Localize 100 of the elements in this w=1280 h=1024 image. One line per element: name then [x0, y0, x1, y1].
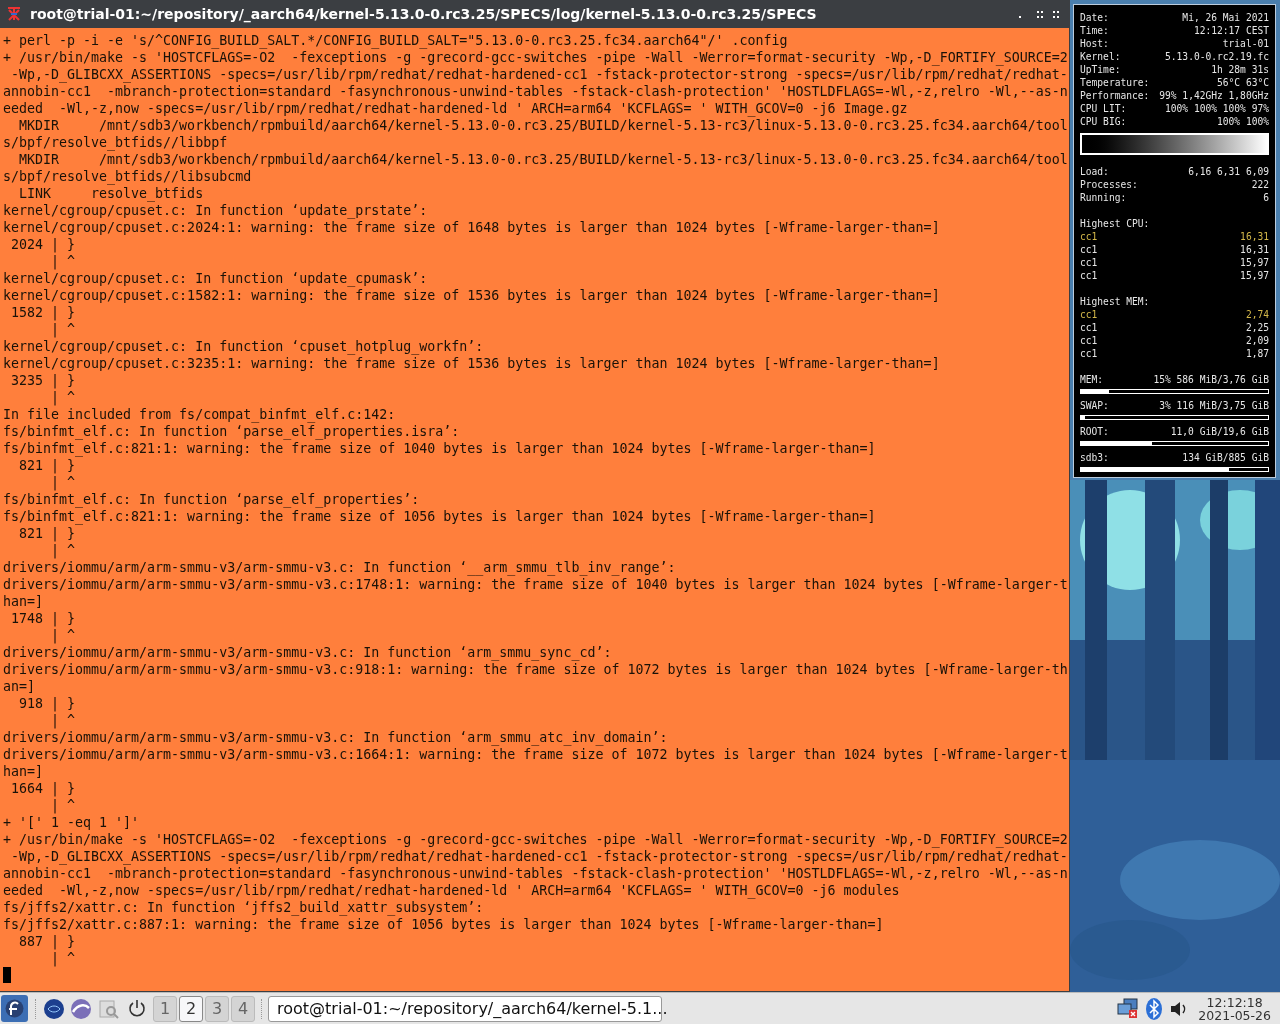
- process-name: cc1: [1080, 334, 1098, 347]
- process-value: 1,87: [1245, 347, 1269, 360]
- terminal-line: -Wp,-D_GLIBCXX_ASSERTIONS -specs=/usr/lib/rpm/redhat/redhat-hardened-cc1 -fstack-protector-strong -specs=/usr/lib/rpm/redhat/redhat-: [10, 66, 1069, 83]
- terminal-line: kernel/cgroup/cpuset.c: In function ‘cpuset_hotplug_workfn’:: [3, 338, 485, 355]
- network-icon[interactable]: [1116, 997, 1141, 1020]
- process-name: cc1: [1080, 347, 1098, 360]
- terminal-line: s/bpf/resolve_btfids//libsubcmd: [3, 168, 253, 185]
- process-value: 15,97: [1240, 256, 1269, 269]
- terminal-line: + /usr/bin/make -s 'HOSTCFLAGS=-O2 -fexceptions -g -grecord-gcc-switches -pipe -Wall -Werror=format-security -Wp,-D_FORTIFY_SOURCE=2: [3, 49, 1069, 66]
- usage-label: ROOT:: [1080, 425, 1109, 438]
- globe-icon[interactable]: [43, 997, 65, 1020]
- start-menu-icon[interactable]: [1, 995, 28, 1022]
- usage-value: 3% 116 MiB/3,75 GiB: [1159, 399, 1269, 412]
- terminal-line: kernel/cgroup/cpuset.c: In function ‘update_prstate’:: [3, 202, 429, 219]
- info-label: CPU BIG:: [1080, 115, 1127, 128]
- info-value: trial-01: [1222, 37, 1269, 50]
- info-value: 100% 100% 100% 97%: [1165, 102, 1269, 115]
- info-label: Date:: [1080, 11, 1109, 24]
- terminal-line: MKDIR /mnt/sdb3/workbench/rpmbuild/aarch64/kernel-5.13.0-0.rc3.25/BUILD/kernel-5.13-rc3/linux-5.13.0-0.rc3.25.fc34.aarch64/tool: [18, 117, 1069, 134]
- terminal-line: 887 | }: [18, 933, 77, 950]
- process-name: cc1: [1080, 243, 1098, 256]
- terminal-line: 1664 | }: [10, 780, 77, 797]
- terminal-line: drivers/iommu/arm/arm-smmu-v3/arm-smmu-v3.c:1664:1: warning: the frame size of 1072 bytes is larger than 1024 bytes [-Wframe-larger-t: [3, 746, 1069, 763]
- process-value: 16,31: [1240, 243, 1269, 256]
- terminal-line: fs/jffs2/xattr.c:887:1: warning: the frame size of 1056 bytes is larger than 1024 bytes [-Wframe-larger-than=]: [3, 916, 885, 933]
- browser-icon[interactable]: [69, 997, 93, 1020]
- process-value: 15,97: [1240, 269, 1269, 282]
- terminal-line: 821 | }: [18, 457, 77, 474]
- terminal-line: LINK resolve_btfids: [18, 185, 205, 202]
- terminal-line: drivers/iommu/arm/arm-smmu-v3/arm-smmu-v3.c:918:1: warning: the frame size of 1072 bytes is larger than 1024 bytes [-Wframe-larger-th: [3, 661, 1069, 678]
- terminal-line: 1582 | }: [10, 304, 77, 321]
- terminal-line: | ^: [50, 321, 77, 338]
- process-name: cc1: [1080, 308, 1098, 321]
- info-label: Running:: [1080, 191, 1127, 204]
- terminal-line: drivers/iommu/arm/arm-smmu-v3/arm-smmu-v3.c: In function ‘__arm_smmu_tlb_inv_range’:: [3, 559, 677, 576]
- terminal-line: | ^: [50, 542, 77, 559]
- workspace-button[interactable]: 1: [153, 995, 177, 1022]
- terminal-line: kernel/cgroup/cpuset.c:1582:1: warning: the frame size of 1536 bytes is larger than 1024 bytes [-Wframe-larger-than=]: [3, 287, 941, 304]
- usage-label: sdb3:: [1080, 451, 1109, 464]
- terminal-line: 821 | }: [18, 525, 77, 542]
- info-value: 1h 28m 31s: [1211, 63, 1269, 76]
- info-value: Mi, 26 Mai 2021: [1182, 11, 1269, 24]
- info-label: Temperature:: [1080, 76, 1150, 89]
- terminal-line: han=]: [3, 763, 45, 780]
- terminal-line: an=]: [3, 678, 37, 695]
- terminal-line: + perl -p -i -e 's/^CONFIG_BUILD_SALT.*/CONFIG_BUILD_SALT="5.13.0-0.rc3.25.fc34.aarch64"/' .config: [3, 32, 789, 49]
- terminal-line: eeded -Wl,-z,now -specs=/usr/lib/rpm/redhat/redhat-hardened-ld ' ARCH=arm64 'KCFLAGS= ' WITH_GCOV=0 -j6 modules: [3, 882, 901, 899]
- section-heading: Highest MEM:: [1080, 295, 1151, 308]
- terminal-line: | ^: [50, 797, 77, 814]
- terminal-line: | ^: [50, 712, 77, 729]
- process-name: cc1: [1080, 230, 1098, 243]
- terminal-line: | ^: [50, 253, 77, 270]
- terminal-line: annobin-cc1 -mbranch-protection=standard -fasynchronous-unwind-tables -fstack-clash-protection' 'HOSTLDFLAGS=-Wl,-z,relro -Wl,--as-n: [3, 865, 1069, 882]
- terminal-line: fs/jffs2/xattr.c: In function ‘jffs2_build_xattr_subsystem’:: [3, 899, 485, 916]
- terminal-line: 1748 | }: [10, 610, 77, 627]
- terminal-line: kernel/cgroup/cpuset.c: In function ‘update_cpumask’:: [3, 270, 429, 287]
- workspace-button[interactable]: 2: [179, 995, 203, 1022]
- info-value: 6,16 6,31 6,09: [1188, 165, 1269, 178]
- clock[interactable]: 12:12:18 2021-05-26: [1194, 995, 1275, 1022]
- info-value: 222: [1251, 178, 1269, 191]
- terminal-line: drivers/iommu/arm/arm-smmu-v3/arm-smmu-v3.c: In function ‘arm_smmu_sync_cd’:: [3, 644, 613, 661]
- terminal-line: -Wp,-D_GLIBCXX_ASSERTIONS -specs=/usr/lib/rpm/redhat/redhat-hardened-cc1 -fstack-protector-strong -specs=/usr/lib/rpm/redhat/redhat-: [10, 848, 1069, 865]
- terminal-line: 3235 | }: [10, 372, 77, 389]
- process-name: cc1: [1080, 256, 1098, 269]
- terminal-line: han=]: [3, 593, 45, 610]
- terminal-line: + /usr/bin/make -s 'HOSTCFLAGS=-O2 -fexceptions -g -grecord-gcc-switches -pipe -Wall -Werror=format-security -Wp,-D_FORTIFY_SOURCE=2: [3, 831, 1069, 848]
- terminal-line: fs/binfmt_elf.c: In function ‘parse_elf_properties’:: [3, 491, 421, 508]
- process-value: 2,09: [1245, 334, 1269, 347]
- terminal-line: drivers/iommu/arm/arm-smmu-v3/arm-smmu-v3.c:1748:1: warning: the frame size of 1040 bytes is larger than 1024 bytes [-Wframe-larger-t: [3, 576, 1069, 593]
- terminal-line: MKDIR /mnt/sdb3/workbench/rpmbuild/aarch64/kernel-5.13.0-0.rc3.25/BUILD/kernel-5.13-rc3/linux-5.13.0-0.rc3.25.fc34.aarch64/tool: [18, 151, 1069, 168]
- terminal-line: s/bpf/resolve_btfids//libbpf: [3, 134, 229, 151]
- terminal-line: drivers/iommu/arm/arm-smmu-v3/arm-smmu-v3.c: In function ‘arm_smmu_atc_inv_domain’:: [3, 729, 669, 746]
- info-value: 99% 1,42GHz 1,80GHz: [1159, 89, 1269, 102]
- terminal-line: fs/binfmt_elf.c:821:1: warning: the frame size of 1056 bytes is larger than 1024 bytes [-Wframe-larger-than=]: [3, 508, 877, 525]
- info-label: Performance:: [1080, 89, 1150, 102]
- info-label: Time:: [1080, 24, 1109, 37]
- workspace-button[interactable]: 4: [231, 995, 255, 1022]
- bluetooth-icon[interactable]: [1144, 996, 1165, 1021]
- window-title: root@trial-01:~/repository/_aarch64/kernel-5.13.0-0.rc3.25/SPECS/log/kernel-5.13.0-0.rc3.25/SPECS: [30, 4, 818, 25]
- terminal-icon: [6, 6, 22, 22]
- workspace-button[interactable]: 3: [205, 995, 229, 1022]
- terminal-line: | ^: [50, 950, 77, 967]
- terminal-line: | ^: [50, 627, 77, 644]
- terminal-line: kernel/cgroup/cpuset.c:2024:1: warning: the frame size of 1648 bytes is larger than 1024 bytes [-Wframe-larger-than=]: [3, 219, 941, 236]
- terminal-line: fs/binfmt_elf.c:821:1: warning: the frame size of 1040 bytes is larger than 1024 bytes [-Wframe-larger-than=]: [3, 440, 877, 457]
- usage-label: SWAP:: [1080, 399, 1109, 412]
- info-label: UpTime:: [1080, 63, 1121, 76]
- info-label: Processes:: [1080, 178, 1138, 191]
- terminal-line: 918 | }: [18, 695, 77, 712]
- info-value: 5.13.0-0.rc2.19.fc: [1165, 50, 1269, 63]
- terminal-line: + '[' 1 -eq 1 ']': [3, 814, 141, 831]
- terminal-line: fs/binfmt_elf.c: In function ‘parse_elf_properties.isra’:: [3, 423, 461, 440]
- usage-label: MEM:: [1080, 373, 1104, 386]
- usage-value: 134 GiB/885 GiB: [1182, 451, 1269, 464]
- terminal-line: 2024 | }: [10, 236, 77, 253]
- process-value: 2,74: [1245, 308, 1269, 321]
- info-value: 100% 100%: [1217, 115, 1269, 128]
- info-value: 12:12:17 CEST: [1193, 24, 1269, 37]
- usage-value: 15% 586 MiB/3,76 GiB: [1153, 373, 1269, 386]
- info-label: Host:: [1080, 37, 1109, 50]
